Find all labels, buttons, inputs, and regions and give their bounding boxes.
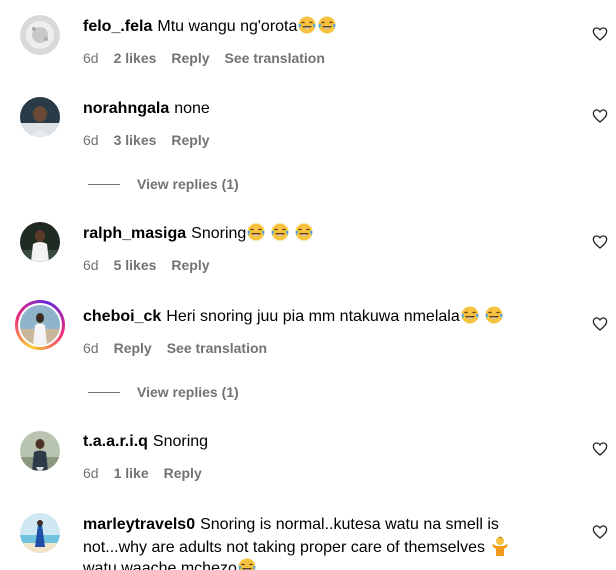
comment-text: Mtu wangu ng'orota	[157, 18, 298, 35]
comment-body: marleytravels0 Snoring is normal..kutesa …	[83, 514, 566, 536]
face-with-tears-of-joy-icon	[295, 223, 313, 241]
comment-meta: 6d 5 likes Reply	[83, 255, 210, 275]
avatar[interactable]	[20, 431, 60, 471]
person-shrugging-icon	[491, 536, 509, 556]
face-with-tears-of-joy-icon	[318, 16, 336, 34]
comment-text: Snoring	[152, 433, 209, 450]
comment-body: t.a.a.r.i.q Snoring	[83, 431, 566, 453]
face-with-tears-of-joy-icon	[485, 306, 503, 324]
comment-timestamp[interactable]: 6d	[83, 132, 99, 148]
comment-text: none	[174, 100, 210, 117]
avatar[interactable]	[20, 15, 60, 55]
reply-button[interactable]: Reply	[171, 132, 209, 148]
view-replies-label: View replies (1)	[137, 176, 239, 192]
view-replies-button[interactable]: View replies (1)	[88, 174, 239, 194]
likes-count[interactable]: 1 like	[114, 465, 149, 481]
comment-meta: 6d 1 like Reply	[83, 463, 202, 483]
face-with-tears-of-joy-icon	[238, 558, 256, 570]
reply-button[interactable]: Reply	[171, 257, 209, 273]
comment-meta: 6d 2 likes Reply See translation	[83, 48, 325, 68]
comment-body-continued: watu waache mchezo	[83, 558, 566, 570]
view-replies-label: View replies (1)	[137, 384, 239, 400]
reply-button[interactable]: Reply	[164, 465, 202, 481]
comment-body: ralph_masiga Snoring	[83, 223, 566, 245]
comment-username[interactable]: cheboi_ck	[83, 308, 161, 325]
comment-username[interactable]: t.a.a.r.i.q	[83, 433, 148, 450]
comment-body-continued: not...why are adults not taking proper c…	[83, 536, 566, 559]
divider-line	[88, 183, 120, 185]
avatar[interactable]	[20, 97, 60, 137]
like-heart-icon[interactable]	[592, 234, 608, 250]
comment-body: felo_.fela Mtu wangu ng'orota	[83, 16, 566, 38]
reply-button[interactable]: Reply	[171, 50, 209, 66]
comment-meta: 6d 3 likes Reply	[83, 130, 210, 150]
comment-timestamp[interactable]: 6d	[83, 257, 99, 273]
like-heart-icon[interactable]	[592, 524, 608, 540]
comment-meta: 6d Reply See translation	[83, 338, 267, 358]
comment-body: norahngala none	[83, 98, 566, 120]
likes-count[interactable]: 3 likes	[114, 132, 157, 148]
like-heart-icon[interactable]	[592, 316, 608, 332]
reply-button[interactable]: Reply	[114, 340, 152, 356]
face-with-tears-of-joy-icon	[461, 306, 479, 324]
comment-text: not...why are adults not taking proper c…	[83, 539, 485, 556]
divider-line	[88, 391, 120, 393]
avatar[interactable]	[20, 513, 60, 553]
comment-timestamp[interactable]: 6d	[83, 340, 99, 356]
comment-username[interactable]: marleytravels0	[83, 516, 195, 533]
comment-timestamp[interactable]: 6d	[83, 465, 99, 481]
comment-text: Snoring	[191, 225, 247, 242]
comment-timestamp[interactable]: 6d	[83, 50, 99, 66]
likes-count[interactable]: 5 likes	[114, 257, 157, 273]
comment-text: Heri snoring juu pia mm ntakuwa nmelala	[166, 308, 460, 325]
face-with-tears-of-joy-icon	[298, 16, 316, 34]
like-heart-icon[interactable]	[592, 26, 608, 42]
comment-username[interactable]: felo_.fela	[83, 18, 152, 35]
face-with-tears-of-joy-icon	[247, 223, 265, 241]
like-heart-icon[interactable]	[592, 108, 608, 124]
comment-username[interactable]: norahngala	[83, 100, 169, 117]
likes-count[interactable]: 2 likes	[114, 50, 157, 66]
see-translation-button[interactable]: See translation	[225, 50, 325, 66]
avatar	[18, 303, 62, 347]
avatar[interactable]	[20, 222, 60, 262]
avatar-with-story-ring[interactable]	[15, 300, 65, 350]
comment-body: cheboi_ck Heri snoring juu pia mm ntakuwa…	[83, 306, 566, 328]
comment-username[interactable]: ralph_masiga	[83, 225, 186, 242]
see-translation-button[interactable]: See translation	[167, 340, 267, 356]
like-heart-icon[interactable]	[592, 441, 608, 457]
view-replies-button[interactable]: View replies (1)	[88, 382, 239, 402]
face-with-tears-of-joy-icon	[271, 223, 289, 241]
comment-text: watu waache mchezo	[83, 560, 237, 570]
comment-text: Snoring is normal..kutesa watu na smell …	[200, 516, 499, 533]
